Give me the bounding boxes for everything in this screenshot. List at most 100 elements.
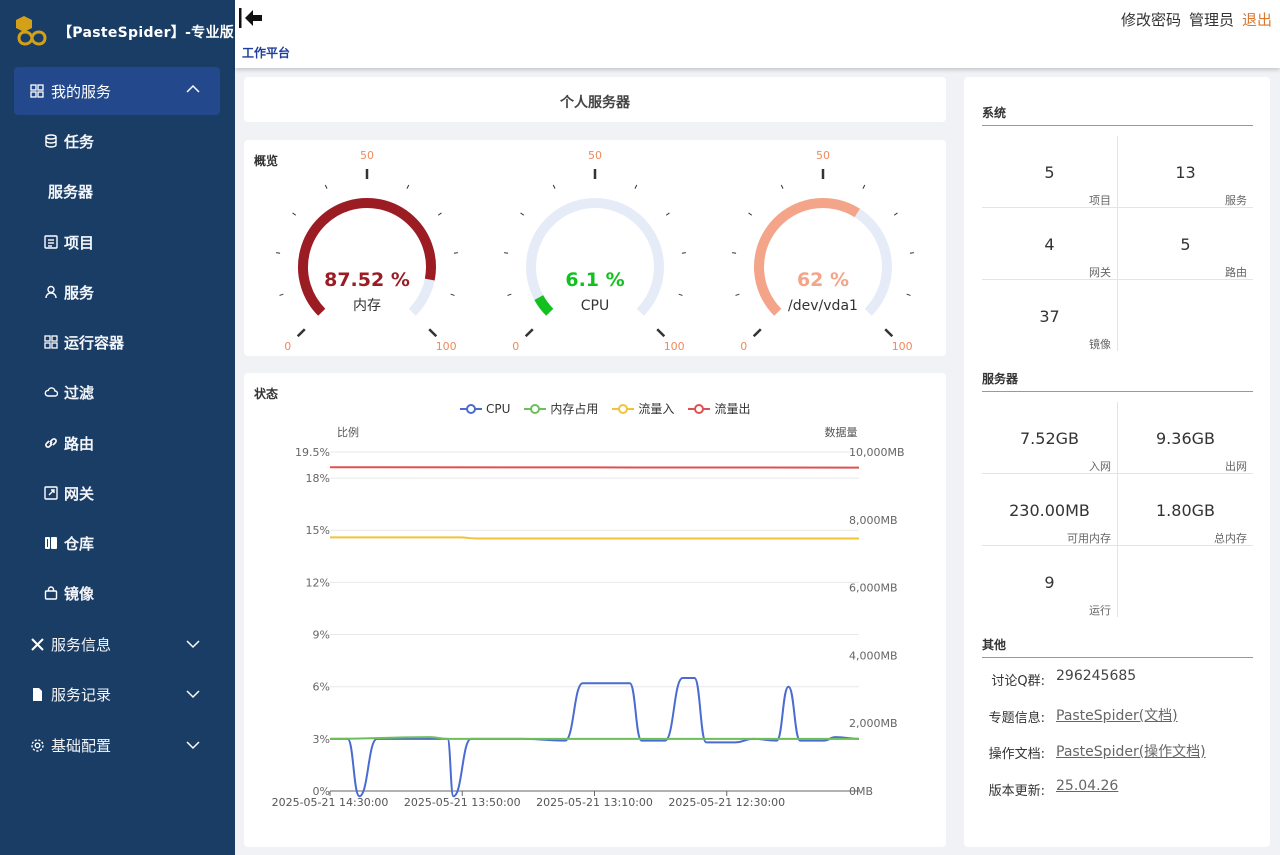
chart-legend: CPU 内存占用 流量入 流量出 bbox=[460, 400, 750, 417]
legend-item-cpu[interactable]: CPU bbox=[460, 400, 510, 417]
y-left-tick-label: 19.5% bbox=[295, 446, 330, 459]
list-icon bbox=[44, 235, 58, 249]
sidebar-item-label: 镜像 bbox=[64, 584, 95, 603]
brand[interactable]: 【PasteSpider】-专业版 bbox=[0, 0, 235, 64]
gauge-tick bbox=[893, 212, 898, 216]
x-tick-label: 2025-05-21 12:30:00 bbox=[668, 796, 785, 809]
sidebar-section-label: 服务记录 bbox=[51, 685, 112, 704]
chevron-down-icon bbox=[186, 690, 200, 699]
sidebar-item-images[interactable]: 镜像 bbox=[44, 578, 94, 608]
sidebar-item-routes[interactable]: 路由 bbox=[44, 428, 94, 458]
menu-group-label: 我的服务 bbox=[51, 82, 112, 101]
top-links: 修改密码 管理员 退出 bbox=[1121, 9, 1272, 30]
gear-icon bbox=[31, 738, 44, 752]
change-password-link[interactable]: 修改密码 bbox=[1121, 9, 1181, 30]
topic-doc-link[interactable]: PasteSpider(文档) bbox=[1056, 705, 1178, 725]
gauge-tick bbox=[748, 212, 753, 216]
logout-link[interactable]: 退出 bbox=[1242, 9, 1272, 30]
gauge-tick bbox=[437, 212, 442, 216]
chevron-down-icon bbox=[186, 640, 200, 649]
gauge-tick bbox=[279, 293, 284, 296]
y-left-tick-label: 15% bbox=[306, 524, 330, 537]
legend-item-traffic-in[interactable]: 流量入 bbox=[612, 400, 674, 417]
menu-group-my-services[interactable]: 我的服务 bbox=[14, 67, 220, 115]
stat-images: 37 镜像 bbox=[1039, 307, 1111, 351]
gauge-tick bbox=[292, 212, 297, 216]
version-link[interactable]: 25.04.26 bbox=[1056, 778, 1118, 794]
sidebar: 【PasteSpider】-专业版 我的服务 任务 服务器 项目 服务 运行容器… bbox=[0, 0, 235, 855]
database-icon bbox=[45, 134, 57, 148]
y-left-tick-label: 18% bbox=[306, 472, 330, 485]
gauge-fill bbox=[534, 295, 554, 316]
y-right-tick-label: 6,000MB bbox=[849, 582, 898, 595]
sidebar-item-containers[interactable]: 运行容器 bbox=[44, 327, 124, 357]
sidebar-item-filter[interactable]: 过滤 bbox=[44, 377, 94, 407]
x-tick-label: 2025-05-21 14:30:00 bbox=[272, 796, 389, 809]
gauge-tick bbox=[524, 328, 534, 338]
grid-icon bbox=[30, 84, 44, 98]
legend-item-memory[interactable]: 内存占用 bbox=[524, 400, 598, 417]
gauge-tick bbox=[656, 328, 666, 338]
stat-network-in: 7.52GB 入网 bbox=[1020, 429, 1111, 473]
gauge-fill bbox=[754, 198, 860, 316]
sidebar-item-projects[interactable]: 项目 bbox=[44, 227, 94, 257]
gauge-tick bbox=[681, 252, 686, 254]
gauge-tick bbox=[453, 252, 458, 254]
breadcrumb[interactable]: 工作平台 bbox=[242, 44, 290, 61]
other-row-version: 版本更新: 25.04.26 bbox=[988, 778, 1119, 799]
other-row-operation-doc: 操作文档: PasteSpider(操作文档) bbox=[982, 741, 1253, 763]
chevron-down-icon bbox=[186, 741, 200, 750]
stat-network-out: 9.36GB 出网 bbox=[1156, 429, 1247, 473]
collapse-arrow-icon[interactable] bbox=[237, 6, 263, 30]
sidebar-item-gateway[interactable]: 网关 bbox=[44, 478, 94, 508]
y-left-tick-label: 12% bbox=[306, 576, 330, 589]
gauge-tick bbox=[324, 184, 328, 189]
gauge-tick bbox=[862, 184, 866, 189]
gauge-tick bbox=[520, 212, 525, 216]
sidebar-section-service-info[interactable]: 服务信息 bbox=[30, 629, 205, 659]
y-left-axis-title: 比例 bbox=[337, 425, 359, 439]
sidebar-item-label: 任务 bbox=[64, 132, 95, 151]
gauge-tick bbox=[884, 328, 894, 338]
stat-routes: 5 路由 bbox=[1180, 235, 1247, 279]
stat-gateways: 4 网关 bbox=[1044, 235, 1111, 279]
tools-icon bbox=[31, 637, 44, 651]
book-icon bbox=[45, 537, 57, 549]
sidebar-section-service-records[interactable]: 服务记录 bbox=[30, 679, 205, 709]
gauge-tick bbox=[732, 252, 737, 254]
sidebar-section-label: 基础配置 bbox=[51, 736, 112, 755]
link-icon bbox=[45, 438, 57, 448]
gauge-scale-label: 0 bbox=[284, 340, 291, 353]
gauge-tick bbox=[450, 293, 455, 296]
server-title-card: 个人服务器 bbox=[244, 77, 946, 122]
sidebar-item-services[interactable]: 服务 bbox=[44, 277, 94, 307]
gauge-name: 内存 bbox=[353, 298, 381, 314]
cloud-icon bbox=[44, 387, 58, 397]
gauge-scale-label: 100 bbox=[892, 340, 913, 353]
other-section-title: 其他 bbox=[982, 636, 1253, 658]
sidebar-item-tasks[interactable]: 任务 bbox=[44, 126, 94, 156]
file-icon bbox=[33, 687, 42, 701]
admin-link[interactable]: 管理员 bbox=[1189, 9, 1234, 30]
sidebar-section-base-config[interactable]: 基础配置 bbox=[30, 730, 205, 760]
gauge-tick bbox=[780, 184, 784, 189]
sidebar-item-label: 路由 bbox=[64, 434, 95, 453]
gauge-value: 6.1 % bbox=[565, 269, 624, 291]
y-left-tick-label: 9% bbox=[313, 629, 330, 642]
gauges-svg: 0 50 100 87.52 % 内存 0 50 100 6.1 % CPU 0 50 100 62 % /… bbox=[276, 149, 914, 353]
grid-icon bbox=[44, 335, 58, 349]
sidebar-item-repository[interactable]: 仓库 bbox=[44, 528, 94, 558]
gauge-scale-label: 100 bbox=[664, 340, 685, 353]
y-right-tick-label: 8,000MB bbox=[849, 514, 898, 527]
gauge-scale-label: 50 bbox=[360, 149, 374, 162]
y-right-tick-label: 10,000MB bbox=[849, 446, 905, 459]
gauge-tick bbox=[752, 328, 762, 338]
gauge-scale-label: 50 bbox=[588, 149, 602, 162]
y-right-axis-title: 数据量 bbox=[825, 425, 858, 439]
person-icon bbox=[45, 285, 57, 299]
gauge-value: 87.52 % bbox=[324, 269, 410, 291]
gauge-tick bbox=[665, 212, 670, 216]
legend-item-traffic-out[interactable]: 流量出 bbox=[688, 400, 750, 417]
operation-doc-link[interactable]: PasteSpider(操作文档) bbox=[1056, 741, 1206, 761]
sidebar-item-servers[interactable]: 服务器 bbox=[48, 176, 93, 206]
